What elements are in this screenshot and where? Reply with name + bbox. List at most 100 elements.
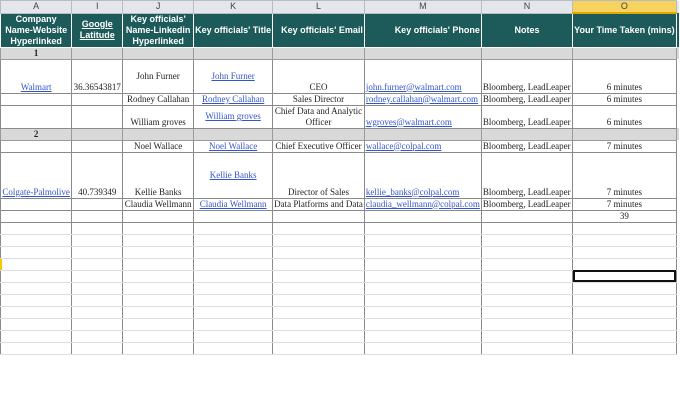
official-name[interactable]: Kellie Banks	[122, 151, 195, 199]
cell[interactable]	[193, 209, 274, 223]
cell[interactable]	[272, 245, 365, 259]
official-linkedin-link[interactable]: Claudia Wellmann	[193, 197, 274, 211]
official-title[interactable]: Data Platforms and Data	[272, 197, 365, 211]
header-cell[interactable]: Google Latitude	[71, 12, 124, 48]
group-number[interactable]: 2	[0, 127, 73, 141]
company-link[interactable]	[0, 92, 73, 106]
official-name[interactable]: Noel Wallace	[122, 139, 195, 153]
cell[interactable]	[272, 209, 365, 223]
cell[interactable]	[71, 46, 124, 60]
cell[interactable]	[363, 293, 482, 307]
cell[interactable]	[193, 127, 274, 141]
time-taken-cell[interactable]: 6 minutes	[572, 92, 677, 106]
cell[interactable]	[480, 257, 574, 271]
cell[interactable]	[71, 221, 124, 235]
official-name[interactable]: Claudia Wellmann	[122, 197, 195, 211]
cell[interactable]	[193, 305, 274, 319]
cell[interactable]	[363, 221, 482, 235]
cell[interactable]	[272, 329, 365, 343]
cell[interactable]	[0, 245, 73, 259]
notes-cell[interactable]: Bloomberg, LeadLeaper	[480, 104, 574, 129]
time-taken-cell[interactable]: 6 minutes	[572, 104, 677, 129]
latitude-cell[interactable]: 36.36543817	[71, 58, 124, 94]
notes-cell[interactable]: Bloomberg, LeadLeaper	[480, 197, 574, 211]
cell[interactable]	[363, 127, 482, 141]
cell[interactable]	[363, 281, 482, 295]
cell[interactable]	[71, 245, 124, 259]
cell[interactable]	[0, 269, 73, 283]
cell[interactable]	[363, 305, 482, 319]
cell[interactable]	[572, 341, 677, 355]
cell[interactable]	[272, 269, 365, 283]
cell[interactable]	[572, 281, 677, 295]
cell[interactable]	[480, 281, 574, 295]
cell[interactable]	[272, 221, 365, 235]
notes-cell[interactable]: Bloomberg, LeadLeaper	[480, 92, 574, 106]
cell[interactable]	[0, 209, 73, 223]
official-title[interactable]: CEO	[272, 58, 365, 94]
official-title[interactable]: Sales Director	[272, 92, 365, 106]
cell[interactable]	[193, 233, 274, 247]
company-link[interactable]: Colgate-Palmolive	[0, 151, 73, 199]
cell[interactable]	[363, 317, 482, 331]
cell[interactable]	[272, 257, 365, 271]
company-link[interactable]	[0, 104, 73, 129]
time-taken-cell[interactable]: 7 minutes	[572, 197, 677, 211]
notes-cell[interactable]: Bloomberg, LeadLeaper	[480, 151, 574, 199]
cell[interactable]	[363, 269, 482, 283]
cell[interactable]	[480, 341, 574, 355]
cell[interactable]	[122, 317, 195, 331]
header-cell[interactable]: Your Time Taken (mins)	[572, 12, 677, 48]
cell[interactable]	[480, 245, 574, 259]
official-title[interactable]: Chief Data and Analytic Officer	[272, 104, 365, 129]
official-email[interactable]: john.furner@walmart.com	[363, 58, 482, 94]
column-header[interactable]: L	[272, 0, 365, 14]
header-cell[interactable]: Key officials' Email	[272, 12, 365, 48]
cell[interactable]	[363, 329, 482, 343]
cell[interactable]	[122, 341, 195, 355]
cell[interactable]	[572, 245, 677, 259]
group-number[interactable]: 1	[0, 46, 73, 60]
cell[interactable]	[572, 329, 677, 343]
cell[interactable]	[0, 305, 73, 319]
cell[interactable]	[122, 127, 195, 141]
cell[interactable]	[0, 293, 73, 307]
cell[interactable]	[122, 245, 195, 259]
cell[interactable]	[0, 257, 73, 271]
cell[interactable]	[572, 221, 677, 235]
cell[interactable]	[193, 317, 274, 331]
cell[interactable]	[193, 221, 274, 235]
column-header[interactable]: I	[71, 0, 124, 14]
official-email[interactable]: wgroves@walmart.com	[363, 104, 482, 129]
company-link[interactable]: Walmart	[0, 58, 73, 94]
official-name[interactable]: John Furner	[122, 58, 195, 94]
cell[interactable]	[193, 281, 274, 295]
cell[interactable]	[193, 46, 274, 60]
cell[interactable]	[122, 221, 195, 235]
cell[interactable]	[193, 293, 274, 307]
cell[interactable]	[71, 257, 124, 271]
company-link[interactable]	[0, 139, 73, 153]
cell[interactable]	[0, 329, 73, 343]
cell[interactable]	[0, 281, 73, 295]
cell[interactable]	[71, 317, 124, 331]
official-title[interactable]: Director of Sales	[272, 151, 365, 199]
cell[interactable]	[71, 281, 124, 295]
cell[interactable]	[480, 46, 574, 60]
column-header[interactable]: J	[122, 0, 195, 14]
cell[interactable]	[272, 305, 365, 319]
cell[interactable]	[71, 329, 124, 343]
header-cell[interactable]: Company Name-Website Hyperlinked	[0, 12, 73, 48]
official-email[interactable]: wallace@colpal.com	[363, 139, 482, 153]
cell[interactable]	[572, 127, 677, 141]
latitude-cell[interactable]	[71, 92, 124, 106]
cell[interactable]	[122, 209, 195, 223]
company-link[interactable]	[0, 197, 73, 211]
cell[interactable]	[193, 257, 274, 271]
cell[interactable]	[572, 293, 677, 307]
official-name[interactable]: William groves	[122, 104, 195, 129]
cell[interactable]	[480, 209, 574, 223]
official-name[interactable]: Rodney Callahan	[122, 92, 195, 106]
cell[interactable]	[193, 245, 274, 259]
cell[interactable]	[363, 233, 482, 247]
